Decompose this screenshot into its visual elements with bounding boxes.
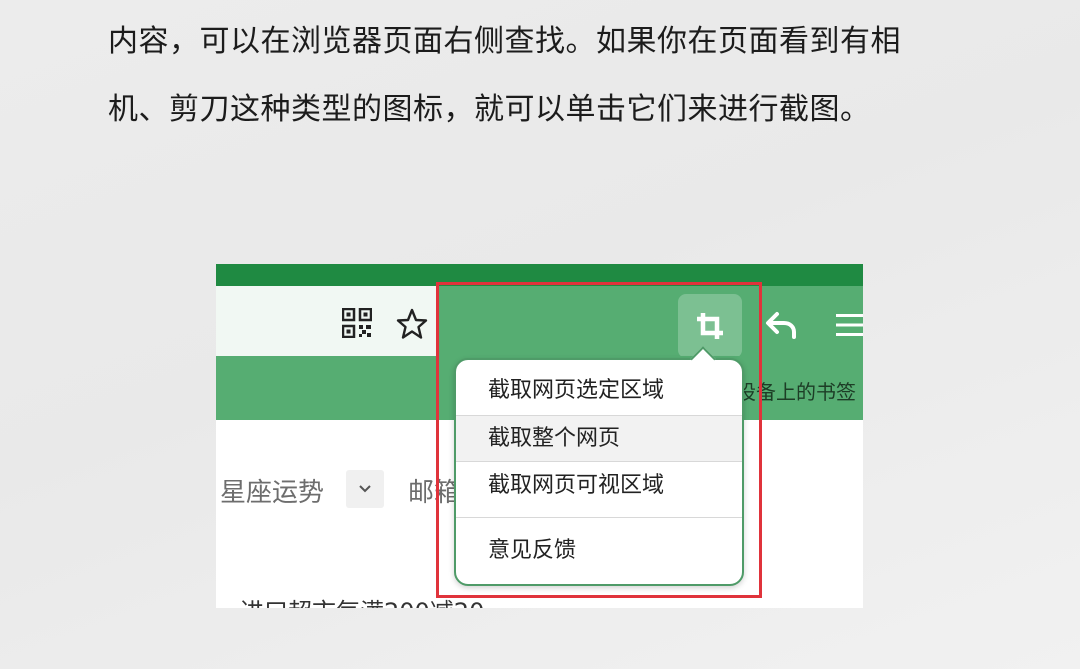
article-text-line-2: 机、剪刀这种类型的图标，就可以单击它们来进行截图。 <box>108 92 871 127</box>
nav-horoscope-link[interactable]: 星座运势 <box>220 472 324 509</box>
hamburger-menu-icon[interactable] <box>836 312 863 338</box>
article-text-line-1: 内容，可以在浏览器页面右侧查找。如果你在页面看到有相 <box>108 24 901 59</box>
bookmark-star-icon[interactable] <box>396 308 428 340</box>
qr-code-icon[interactable] <box>342 308 372 338</box>
nav-dropdown-toggle[interactable] <box>346 470 384 508</box>
red-highlight-frame <box>436 282 762 598</box>
undo-icon[interactable] <box>764 310 798 340</box>
chevron-down-icon <box>359 485 371 493</box>
